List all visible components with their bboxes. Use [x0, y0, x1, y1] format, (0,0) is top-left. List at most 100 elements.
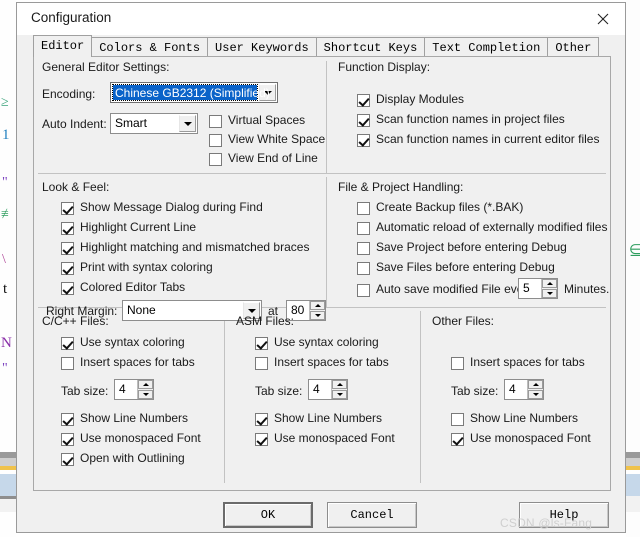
spinner-up-button[interactable] [138, 380, 153, 389]
spinner-buttons [527, 380, 543, 399]
tab-other[interactable]: Other [547, 37, 600, 57]
cancel-button[interactable]: Cancel [327, 502, 417, 528]
editor-tab-panel: General Editor Settings: Encoding: Chine… [33, 56, 611, 491]
bg-glyph: N [1, 335, 12, 351]
checkbox-box [61, 433, 74, 446]
title-bar: Configuration [17, 3, 625, 35]
checkbox-label: Use monospaced Font [470, 431, 591, 445]
tab-colors-and-fonts[interactable]: Colors & Fonts [91, 37, 209, 57]
checkbox-box [61, 337, 74, 350]
bg-glyph: t [3, 281, 8, 297]
checkbox-box [61, 357, 74, 370]
checkbox-label: Scan function names in project files [376, 112, 565, 126]
checkbox-label: Highlight matching and mismatched braces [80, 240, 310, 254]
spinner-down-button[interactable] [138, 390, 153, 399]
checkbox-label: Show Line Numbers [80, 411, 189, 425]
bg-glyph: ⋸ [629, 243, 640, 258]
checkbox-box [61, 202, 74, 215]
checkbox-label: Use monospaced Font [274, 431, 395, 445]
checkbox-box [451, 357, 464, 370]
other-tab-size-label: Tab size: [451, 384, 499, 398]
chevron-down-icon [546, 292, 553, 295]
spinner-up-button[interactable] [528, 380, 543, 389]
auto-indent-combobox[interactable]: Smart [110, 113, 198, 134]
checkbox-label: Save Project before entering Debug [376, 240, 567, 254]
checkbox-label: Use syntax coloring [80, 335, 185, 349]
divider-vertical-top [326, 61, 327, 173]
checkbox-box [61, 282, 74, 295]
checkbox-label: Show Line Numbers [470, 411, 579, 425]
close-button[interactable] [581, 3, 625, 34]
checkbox-box [255, 413, 268, 426]
checkbox-label: Print with syntax coloring [80, 260, 213, 274]
checkbox-label: Insert spaces for tabs [470, 355, 585, 369]
other-tab-size-spinner[interactable]: 4 [504, 379, 544, 400]
other-tab-size-value: 4 [509, 382, 516, 396]
auto-save-minutes-spinner[interactable]: 5 [518, 278, 558, 299]
spinner-buttons [541, 279, 557, 298]
group-title-look-and-feel: Look & Feel: [42, 180, 110, 194]
asm-tab-size-label: Tab size: [255, 384, 303, 398]
checkbox-box [357, 94, 370, 107]
checkbox-label: Automatic reload of externally modified … [376, 220, 608, 234]
auto-save-minutes-value: 5 [523, 281, 530, 295]
checkbox-label: Show Line Numbers [274, 411, 383, 425]
spinner-down-button[interactable] [542, 289, 557, 298]
checkbox-box [209, 134, 222, 147]
divider-vertical-bottom-1 [224, 311, 225, 483]
checkbox-label: Open with Outlining [80, 451, 185, 465]
asm-tab-size-spinner[interactable]: 4 [308, 379, 348, 400]
checkbox-box [209, 153, 222, 166]
checkbox-label: Show Message Dialog during Find [80, 200, 263, 214]
spinner-down-button[interactable] [332, 390, 347, 399]
checkbox-box [61, 453, 74, 466]
spinner-up-button[interactable] [542, 279, 557, 288]
window-title: Configuration [31, 10, 112, 25]
chevron-up-icon [314, 304, 321, 307]
group-c-cpp-files: C/C++ Files: Use syntax coloring Insert … [34, 311, 224, 483]
spinner-up-button[interactable] [310, 301, 325, 310]
ok-button[interactable]: OK [223, 502, 313, 528]
checkbox-box [357, 134, 370, 147]
bg-glyph: \ [2, 252, 6, 267]
spinner-buttons [331, 380, 347, 399]
checkbox-box [255, 357, 268, 370]
tab-shortcut-keys[interactable]: Shortcut Keys [315, 37, 426, 57]
spinner-up-button[interactable] [332, 380, 347, 389]
group-title-other-files: Other Files: [432, 314, 495, 328]
checkbox-box [61, 413, 74, 426]
watermark: CSDN @ls-Fang [500, 516, 593, 530]
tab-user-keywords[interactable]: User Keywords [207, 37, 317, 57]
chevron-up-icon [546, 282, 553, 285]
tab-text-completion[interactable]: Text Completion [424, 37, 549, 57]
tab-editor[interactable]: Editor [33, 35, 93, 58]
checkbox-label: Virtual Spaces [228, 113, 306, 127]
group-title-asm-files: ASM Files: [236, 314, 295, 328]
checkbox-label: View White Space [228, 132, 326, 146]
close-icon [597, 13, 609, 25]
bg-glyph: " [2, 361, 8, 376]
auto-indent-dropdown-arrow[interactable] [179, 115, 196, 132]
chevron-up-icon [336, 383, 343, 386]
checkbox-box [255, 433, 268, 446]
group-title-c-cpp-files: C/C++ Files: [42, 314, 109, 328]
chevron-up-icon [142, 383, 149, 386]
cpp-tab-size-value: 4 [119, 382, 126, 396]
group-file-project-handling: File & Project Handling: Create Backup f… [330, 177, 610, 307]
group-asm-files: ASM Files: Use syntax coloring Insert sp… [228, 311, 418, 483]
background-editor-right-strip: ⋸ [626, 0, 640, 537]
chevron-up-icon [532, 383, 539, 386]
group-title-general-editor-settings: General Editor Settings: [42, 60, 170, 74]
auto-indent-label: Auto Indent: [42, 117, 107, 131]
cpp-tab-size-spinner[interactable]: 4 [114, 379, 154, 400]
chevron-down-icon [183, 121, 192, 126]
encoding-combobox[interactable]: Chinese GB2312 (Simplified) [110, 82, 278, 103]
spinner-buttons [137, 380, 153, 399]
chevron-down-icon [532, 393, 539, 396]
auto-save-minutes-label: Minutes. [564, 282, 610, 296]
checkbox-label: Display Modules [376, 92, 465, 106]
group-look-and-feel: Look & Feel: Show Message Dialog during … [34, 177, 326, 321]
checkbox-label: View End of Line [228, 151, 318, 165]
spinner-down-button[interactable] [528, 390, 543, 399]
bg-glyph: ≢ [1, 207, 15, 222]
